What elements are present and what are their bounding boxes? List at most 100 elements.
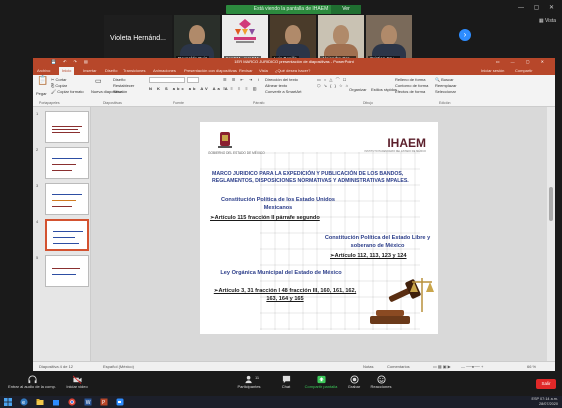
quick-access-toolbar[interactable]: 💾 ↶ ↷ ▤ bbox=[51, 58, 91, 66]
thumb-line bbox=[53, 243, 79, 244]
thumb-line bbox=[52, 170, 72, 171]
thumb-line bbox=[53, 237, 75, 238]
sign-in-link[interactable]: Iniciar sesión bbox=[481, 67, 504, 75]
tab-file[interactable]: Archivo bbox=[37, 67, 50, 75]
record-button[interactable]: Grabar bbox=[344, 375, 364, 389]
zoom-slider[interactable]: — ──●── + bbox=[461, 362, 483, 372]
new-slide-icon[interactable]: ▭ bbox=[95, 78, 102, 85]
share-screen-button[interactable]: Compartir pantalla bbox=[300, 375, 342, 389]
slide-thumbnail[interactable] bbox=[45, 111, 89, 143]
start-video-label: Iniciar video bbox=[66, 384, 88, 389]
thumb-line bbox=[52, 129, 78, 130]
thumb-line bbox=[52, 158, 82, 159]
chat-button[interactable]: Chat bbox=[276, 375, 296, 389]
edge-icon[interactable]: e bbox=[20, 398, 28, 406]
windows-start-icon[interactable] bbox=[4, 398, 12, 406]
quick-styles-button[interactable]: Estilos rápidos bbox=[371, 87, 397, 93]
zoom-level[interactable]: 66 % bbox=[527, 362, 536, 372]
store-icon[interactable] bbox=[52, 398, 60, 406]
reactions-label: Reacciones bbox=[370, 384, 392, 389]
next-participants-button[interactable]: › bbox=[459, 29, 471, 41]
participant-tile[interactable]: Reynaldo Ruiz bbox=[174, 15, 220, 62]
section-button[interactable]: Sección bbox=[113, 89, 127, 95]
join-audio-button[interactable]: Entrar al audio de la comp. bbox=[8, 375, 56, 389]
group-label-editing: Edición bbox=[439, 101, 451, 105]
thumb-line bbox=[52, 132, 80, 133]
participant-video bbox=[381, 25, 397, 45]
tab-insert[interactable]: Insertar bbox=[83, 67, 97, 75]
tab-design[interactable]: Diseño bbox=[105, 67, 117, 75]
chrome-icon[interactable] bbox=[68, 398, 76, 406]
slide-thumbnail[interactable] bbox=[45, 255, 89, 287]
scrollbar-thumb[interactable] bbox=[549, 187, 553, 221]
system-tray[interactable]: ESP 07:14 a.m. 28/07/2020 bbox=[531, 397, 558, 407]
align-buttons[interactable]: ≡ ≡ ≡ ≡ ▥ bbox=[223, 86, 259, 92]
tab-transitions[interactable]: Transiciones bbox=[123, 67, 146, 75]
smartart-button[interactable]: Convertir a SmartArt bbox=[265, 89, 301, 95]
participants-button[interactable]: 11 Participantes bbox=[234, 375, 264, 389]
font-format-buttons[interactable]: N K S abc ab AV Aa A bbox=[149, 86, 230, 92]
powerpoint-icon[interactable]: P bbox=[100, 398, 108, 406]
slide-thumbnail[interactable] bbox=[45, 147, 89, 179]
share-screen-icon bbox=[316, 375, 326, 384]
vertical-scrollbar[interactable] bbox=[547, 107, 555, 361]
window-controls[interactable]: — ▢ ✕ bbox=[518, 4, 558, 11]
language-indicator[interactable]: Español (México) bbox=[103, 362, 134, 372]
leave-meeting-button[interactable]: Salir bbox=[536, 379, 556, 389]
notes-button[interactable]: Notas bbox=[363, 362, 373, 372]
format-painter-button[interactable]: 🖌 Copiar formato bbox=[51, 89, 84, 95]
zoom-window: Está viendo la pantalla de IHAEM Ver Opc… bbox=[0, 0, 562, 408]
gallery-view-button[interactable]: ▦ Vista bbox=[539, 18, 556, 24]
tab-home[interactable]: Inicio bbox=[59, 67, 75, 75]
view-options-button[interactable]: Ver Opciones bbox=[331, 5, 361, 21]
thumb-number: 2 bbox=[36, 147, 39, 152]
participant-strip: Violeta Hernánd... Reynaldo Ruiz IHAEM -… bbox=[104, 15, 464, 62]
slide-position: Diapositiva 4 de 12 bbox=[39, 364, 74, 369]
group-label-slides: Diapositivas bbox=[103, 101, 122, 105]
font-name-select[interactable] bbox=[149, 77, 185, 83]
paste-button[interactable]: Pegar bbox=[36, 91, 47, 97]
tab-slideshow[interactable]: Presentación con diapositivas bbox=[184, 67, 237, 75]
tell-me-search[interactable]: ¿Qué desea hacer? bbox=[275, 67, 310, 75]
paste-icon[interactable]: 📋 bbox=[37, 76, 48, 85]
slide-thumbnail-selected[interactable] bbox=[45, 219, 89, 251]
reactions-button[interactable]: Reacciones bbox=[366, 375, 396, 389]
tab-animations[interactable]: Animaciones bbox=[153, 67, 176, 75]
tray-date: 28/07/2020 bbox=[538, 402, 558, 406]
tab-review[interactable]: Revisar bbox=[239, 67, 253, 75]
law-state-constitution: Constitución Política del Estado Libre y… bbox=[324, 235, 431, 249]
word-icon[interactable]: W bbox=[84, 398, 92, 406]
svg-text:W: W bbox=[86, 400, 91, 406]
view-buttons[interactable]: ▭ ▦ ▣ ▶ bbox=[433, 362, 451, 372]
thumb-line bbox=[52, 164, 76, 165]
thumb-line bbox=[53, 231, 83, 232]
shapes-gallery[interactable]: ▭ ○ △ ⌒ ☐ ⬡ ↘ { } ☆ ⌂ bbox=[317, 77, 349, 89]
participant-tile[interactable]: Luis Bonilla bbox=[270, 15, 316, 62]
participant-tile[interactable]: Cristian Cru... bbox=[366, 15, 412, 62]
participant-tile[interactable]: Alejandro Gra... bbox=[318, 15, 364, 62]
record-icon bbox=[349, 375, 359, 384]
share-button[interactable]: Compartir bbox=[515, 67, 533, 75]
font-size-select[interactable] bbox=[187, 77, 199, 83]
zoom-app-icon[interactable] bbox=[116, 398, 124, 406]
edomex-caption: GOBIERNO DEL ESTADO DE MÉXICO bbox=[208, 151, 265, 155]
file-explorer-icon[interactable] bbox=[36, 398, 44, 406]
ppt-window-controls[interactable]: ▭ — ▢ ✕ bbox=[496, 58, 549, 66]
participant-tile[interactable]: Violeta Hernánd... bbox=[104, 15, 172, 62]
participants-icon bbox=[244, 375, 252, 384]
gavel-and-scales-icon bbox=[370, 278, 434, 324]
paragraph-buttons[interactable]: ☰ ☰ ⇤ ⇥ ↕ bbox=[223, 77, 261, 83]
tab-view[interactable]: Vista bbox=[259, 67, 268, 75]
thumb-number: 1 bbox=[36, 111, 39, 116]
start-video-button[interactable]: Iniciar video bbox=[62, 375, 92, 389]
ppt-status-bar: Diapositiva 4 de 12 Español (México) Not… bbox=[33, 361, 555, 371]
shape-effects-button[interactable]: Efectos de forma bbox=[395, 89, 425, 95]
comments-button[interactable]: Comentarios bbox=[387, 362, 410, 372]
slide-title: MARCO JURIDICO PARA LA EXPEDICIÓN Y PUBL… bbox=[212, 171, 409, 184]
arrange-button[interactable]: Organizar bbox=[349, 87, 367, 93]
select-button[interactable]: Seleccionar bbox=[435, 89, 456, 95]
participant-tile[interactable]: IHAEM - IHAEM bbox=[222, 15, 268, 62]
current-slide[interactable]: GOBIERNO DEL ESTADO DE MÉXICO IHAEM INST… bbox=[200, 122, 438, 334]
format-painter-label: Copiar formato bbox=[57, 89, 84, 94]
slide-thumbnail[interactable] bbox=[45, 183, 89, 215]
